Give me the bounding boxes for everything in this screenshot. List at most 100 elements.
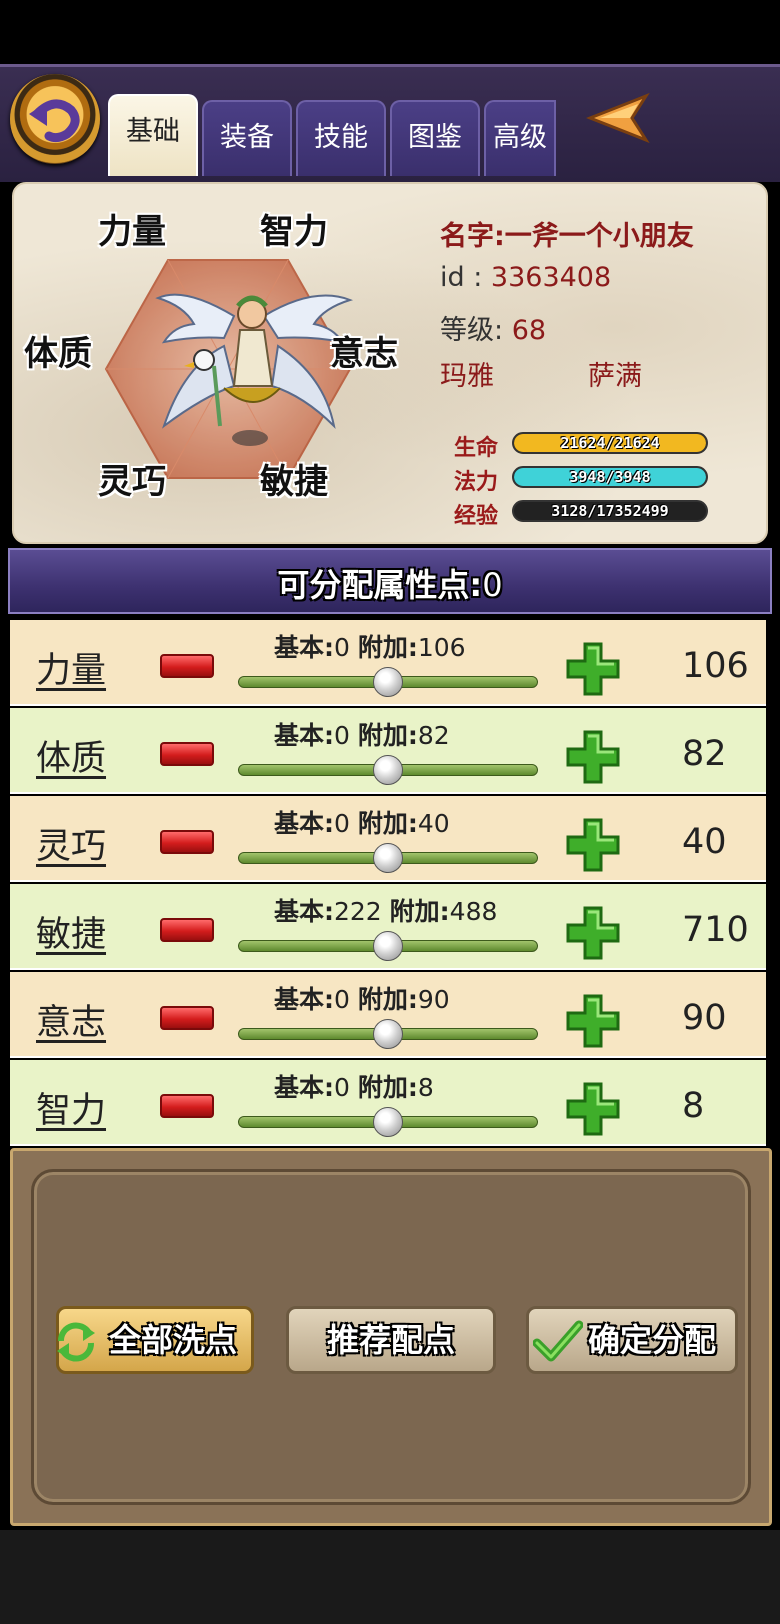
tab-codex[interactable]: 图鉴: [390, 100, 480, 176]
bonus-label: 附加:: [357, 721, 418, 750]
attribute-slider[interactable]: [238, 755, 538, 785]
mp-label: 法力: [454, 470, 499, 495]
bonus-value: 488: [449, 897, 498, 926]
attribute-breakdown: 基本:222 附加:488: [274, 892, 497, 928]
character-race: 玛雅: [440, 361, 494, 392]
attribute-name[interactable]: 敏捷: [36, 906, 106, 957]
level-label: 等级:: [440, 315, 512, 346]
slider-thumb[interactable]: [373, 1107, 403, 1137]
base-label: 基本:: [274, 809, 334, 838]
slider-thumb[interactable]: [373, 843, 403, 873]
minus-button[interactable]: [160, 918, 214, 942]
check-icon: [533, 1320, 583, 1362]
id-label: id :: [440, 262, 491, 293]
allocatable-points-bar: 可分配属性点:0: [8, 548, 772, 614]
tab-advanced[interactable]: 高级: [484, 100, 556, 176]
tab-equipment[interactable]: 装备: [202, 100, 292, 176]
hp-bar: 21624/21624: [512, 432, 708, 454]
mp-text: 3948/3948: [569, 468, 651, 486]
bonus-label: 附加:: [357, 809, 418, 838]
attribute-total: 82: [682, 734, 727, 774]
exp-text: 3128/17352499: [551, 502, 669, 520]
slider-thumb[interactable]: [373, 1019, 403, 1049]
tab-basic[interactable]: 基础: [108, 94, 198, 176]
slider-thumb[interactable]: [373, 931, 403, 961]
refresh-icon: [57, 1322, 95, 1362]
game-screen: 基础 装备 技能 图鉴 高级 力量 智力 体质 意志 灵巧 敏捷 名字:一斧一个…: [0, 0, 780, 1624]
attribute-name[interactable]: 灵巧: [36, 818, 106, 869]
back-arrow-icon: [29, 99, 80, 143]
bonus-value: 90: [417, 985, 450, 1014]
attribute-slider[interactable]: [238, 931, 538, 961]
slider-thumb[interactable]: [373, 667, 403, 697]
attribute-row: 力量 基本:0 附加:106 106: [10, 620, 766, 706]
base-value: 0: [334, 1073, 350, 1102]
attribute-slider[interactable]: [238, 1107, 538, 1137]
allocatable-points: 可分配属性点:0: [10, 560, 770, 606]
plus-icon[interactable]: [566, 906, 620, 960]
hex-label-agility: 敏捷: [260, 462, 328, 502]
bonus-value: 82: [417, 721, 450, 750]
bonus-value: 8: [417, 1073, 434, 1102]
confirm-allocation-button[interactable]: 确定分配: [526, 1306, 738, 1374]
exp-label: 经验: [454, 504, 499, 529]
base-label: 基本:: [274, 985, 334, 1014]
attribute-slider[interactable]: [238, 843, 538, 873]
slider-thumb[interactable]: [373, 755, 403, 785]
plus-icon[interactable]: [566, 642, 620, 696]
minus-button[interactable]: [160, 1094, 214, 1118]
base-label: 基本:: [274, 721, 334, 750]
allocatable-points-label: 可分配属性点:: [277, 566, 483, 604]
attribute-total: 8: [682, 1086, 705, 1126]
attribute-name[interactable]: 智力: [36, 1082, 106, 1133]
base-value: 0: [334, 633, 350, 662]
attribute-row: 智力 基本:0 附加:8 8: [10, 1060, 766, 1146]
reset-all-button[interactable]: 全部洗点: [56, 1306, 254, 1374]
minus-button[interactable]: [160, 830, 214, 854]
plus-icon[interactable]: [566, 994, 620, 1048]
attribute-name[interactable]: 体质: [36, 730, 106, 781]
back-button[interactable]: [10, 74, 100, 164]
base-label: 基本:: [274, 1073, 334, 1102]
hex-label-constitution: 体质: [24, 334, 92, 374]
attribute-row: 灵巧 基本:0 附加:40 40: [10, 796, 766, 882]
base-value: 0: [334, 721, 350, 750]
minus-button[interactable]: [160, 1006, 214, 1030]
left-triangle-icon[interactable]: [586, 90, 652, 146]
reset-all-label: 全部洗点: [108, 1321, 237, 1359]
recommend-points-label: 推荐配点: [326, 1321, 455, 1359]
bonus-value: 106: [417, 633, 466, 662]
attribute-breakdown: 基本:0 附加:40: [274, 804, 450, 840]
plus-icon[interactable]: [566, 818, 620, 872]
character-level: 等级: 68: [440, 308, 546, 347]
attribute-breakdown: 基本:0 附加:106: [274, 628, 466, 664]
character-class: 萨满: [588, 361, 642, 392]
attribute-row: 敏捷 基本:222 附加:488 710: [10, 884, 766, 970]
attribute-slider[interactable]: [238, 1019, 538, 1049]
base-value: 222: [334, 897, 382, 926]
bonus-label: 附加:: [357, 633, 418, 662]
level-value: 68: [511, 315, 547, 346]
attribute-name[interactable]: 意志: [36, 994, 106, 1045]
exp-bar: 3128/17352499: [512, 500, 708, 522]
allocatable-points-value: 0: [482, 566, 503, 604]
bonus-label: 附加:: [357, 985, 418, 1014]
attribute-slider[interactable]: [238, 667, 538, 697]
hex-label-intellect: 智力: [260, 212, 328, 252]
character-avatar: [155, 293, 354, 446]
recommend-points-button[interactable]: 推荐配点: [286, 1306, 496, 1374]
plus-icon[interactable]: [566, 730, 620, 784]
hex-label-strength: 力量: [98, 212, 166, 252]
plus-icon[interactable]: [566, 1082, 620, 1136]
hex-label-will: 意志: [330, 334, 398, 374]
minus-button[interactable]: [160, 654, 214, 678]
tab-skills[interactable]: 技能: [296, 100, 386, 176]
attribute-total: 710: [682, 910, 749, 950]
minus-button[interactable]: [160, 742, 214, 766]
hp-text: 21624/21624: [560, 434, 660, 452]
attribute-total: 90: [682, 998, 727, 1038]
character-name: 名字:一斧一个小朋友: [440, 221, 694, 252]
character-card: 力量 智力 体质 意志 灵巧 敏捷 名字:一斧一个小朋友 id : 336340…: [12, 182, 768, 544]
base-value: 0: [334, 985, 350, 1014]
attribute-name[interactable]: 力量: [36, 642, 106, 693]
